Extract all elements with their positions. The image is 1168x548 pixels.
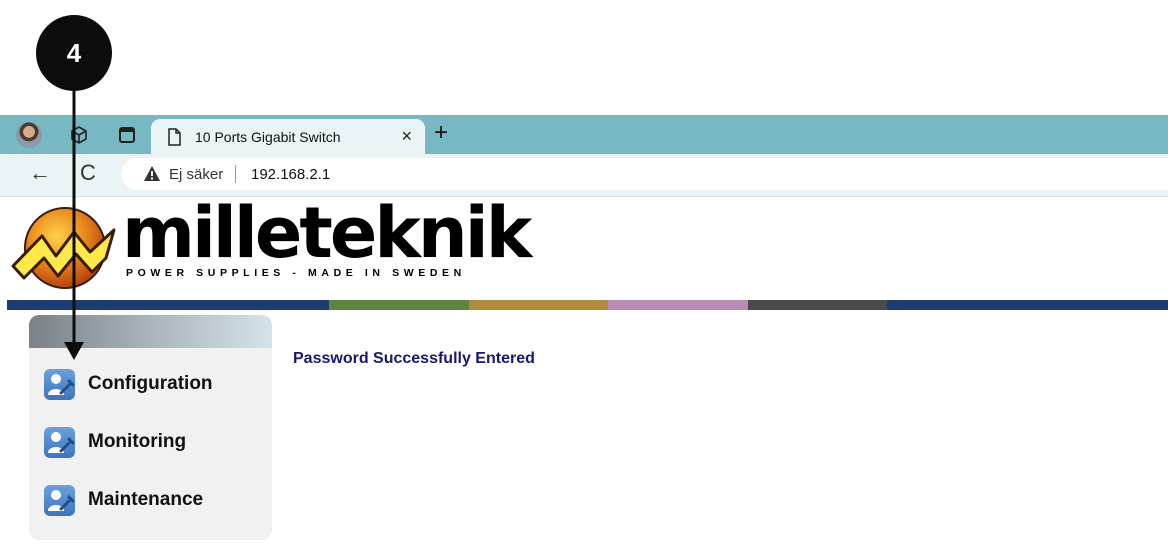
warning-icon[interactable]	[143, 165, 161, 182]
back-button[interactable]: ←	[29, 160, 51, 186]
color-stripe-segment	[608, 300, 748, 310]
brand-color-stripe	[7, 300, 1168, 310]
step-number-badge: 4	[36, 15, 112, 91]
user-tool-icon	[44, 484, 75, 516]
color-stripe-segment	[329, 300, 469, 310]
sidebar-item-label: Configuration	[88, 373, 213, 394]
color-stripe-segment	[469, 300, 608, 310]
sidebar-item-label: Maintenance	[88, 489, 204, 510]
sidebar-item-monitoring[interactable]: Monitoring	[44, 425, 186, 459]
tab-title: 10 Ports Gigabit Switch	[195, 129, 341, 145]
sidebar-header	[29, 315, 272, 348]
status-message: Password Successfully Entered	[293, 350, 535, 367]
profile-avatar[interactable]	[16, 122, 42, 148]
url-field[interactable]: Ej säker 192.168.2.1	[121, 158, 1168, 190]
reload-button[interactable]: C	[80, 160, 96, 186]
color-stripe-segment	[7, 300, 329, 310]
sidebar-item-label: Monitoring	[88, 431, 187, 452]
milleteknik-logo-icon	[11, 207, 116, 289]
brand-name: milleteknik	[122, 192, 532, 274]
user-tool-icon	[44, 426, 75, 458]
color-stripe-segment	[887, 300, 1168, 310]
sidebar-menu: Configuration Monitoring Maintenance	[29, 315, 272, 540]
tab-active[interactable]: 10 Ports Gigabit Switch ×	[151, 119, 425, 154]
user-tool-icon	[44, 368, 75, 400]
sidebar-item-maintenance[interactable]: Maintenance	[44, 483, 203, 517]
browser-tab-bar: 10 Ports Gigabit Switch × +	[0, 115, 1168, 154]
close-tab-icon[interactable]: ×	[401, 126, 412, 147]
browser-address-bar: ← C Ej säker 192.168.2.1	[0, 154, 1168, 197]
tab-actions-icon[interactable]	[116, 124, 138, 146]
divider	[235, 165, 236, 183]
page-icon	[168, 128, 181, 146]
new-tab-button[interactable]: +	[434, 119, 448, 147]
cube-icon[interactable]	[68, 124, 90, 146]
url-text[interactable]: 192.168.2.1	[251, 166, 330, 183]
sidebar-item-configuration[interactable]: Configuration	[44, 367, 213, 401]
color-stripe-segment	[748, 300, 887, 310]
brand-tagline: POWER SUPPLIES - MADE IN SWEDEN	[126, 267, 466, 279]
security-label[interactable]: Ej säker	[169, 166, 223, 183]
